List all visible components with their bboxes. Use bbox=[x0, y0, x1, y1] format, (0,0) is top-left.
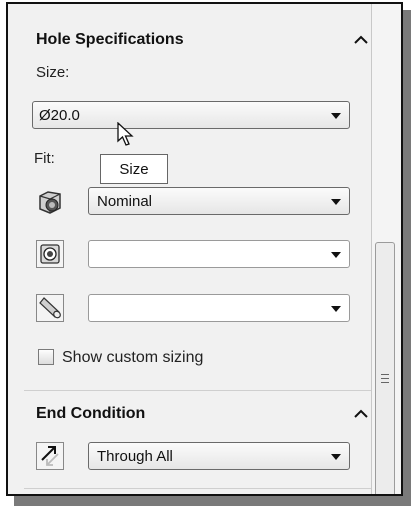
end-condition-title: End Condition bbox=[36, 405, 146, 422]
show-custom-sizing-label[interactable]: Show custom sizing bbox=[62, 349, 203, 367]
chevron-down-icon bbox=[331, 199, 341, 205]
fit-label: Fit: bbox=[34, 150, 55, 167]
show-custom-sizing-checkbox[interactable] bbox=[38, 349, 54, 365]
chevron-up-icon[interactable] bbox=[351, 30, 371, 50]
face-dropdown[interactable] bbox=[88, 240, 350, 268]
size-tooltip: Size bbox=[100, 154, 168, 184]
end-direction-icon[interactable] bbox=[36, 442, 64, 470]
fit-cylinder-icon bbox=[36, 188, 64, 216]
chevron-down-icon bbox=[331, 454, 341, 460]
face-hole-icon[interactable] bbox=[36, 240, 64, 268]
size-dropdown[interactable]: Ø20.0 bbox=[32, 101, 350, 129]
fit-value: Nominal bbox=[97, 193, 153, 210]
chevron-down-icon bbox=[331, 306, 341, 312]
mouse-cursor-icon bbox=[116, 121, 138, 153]
chevron-up-icon[interactable] bbox=[351, 404, 371, 424]
pin-dropdown[interactable] bbox=[88, 294, 350, 322]
size-label: Size: bbox=[36, 64, 70, 81]
panel-content: Hole Specifications Size: Ø20.0 Fit: Nom… bbox=[24, 4, 371, 494]
hole-specifications-title: Hole Specifications bbox=[36, 31, 184, 48]
scrollbar-thumb[interactable] bbox=[375, 242, 395, 494]
chevron-down-icon bbox=[331, 113, 341, 119]
fit-dropdown[interactable]: Nominal bbox=[88, 187, 350, 215]
section-divider bbox=[24, 488, 371, 489]
property-manager-panel: Hole Specifications Size: Ø20.0 Fit: Nom… bbox=[6, 2, 403, 496]
chevron-down-icon bbox=[331, 252, 341, 258]
hole-specifications-header[interactable]: Hole Specifications bbox=[36, 28, 371, 52]
size-value: Ø20.0 bbox=[39, 107, 80, 124]
end-condition-dropdown[interactable]: Through All bbox=[88, 442, 350, 470]
pin-cylinder-icon[interactable] bbox=[36, 294, 64, 322]
end-condition-header[interactable]: End Condition bbox=[36, 402, 371, 426]
scrollbar[interactable] bbox=[371, 4, 401, 494]
section-divider bbox=[24, 390, 371, 391]
end-condition-value: Through All bbox=[97, 448, 173, 465]
tooltip-text: Size bbox=[119, 160, 149, 178]
